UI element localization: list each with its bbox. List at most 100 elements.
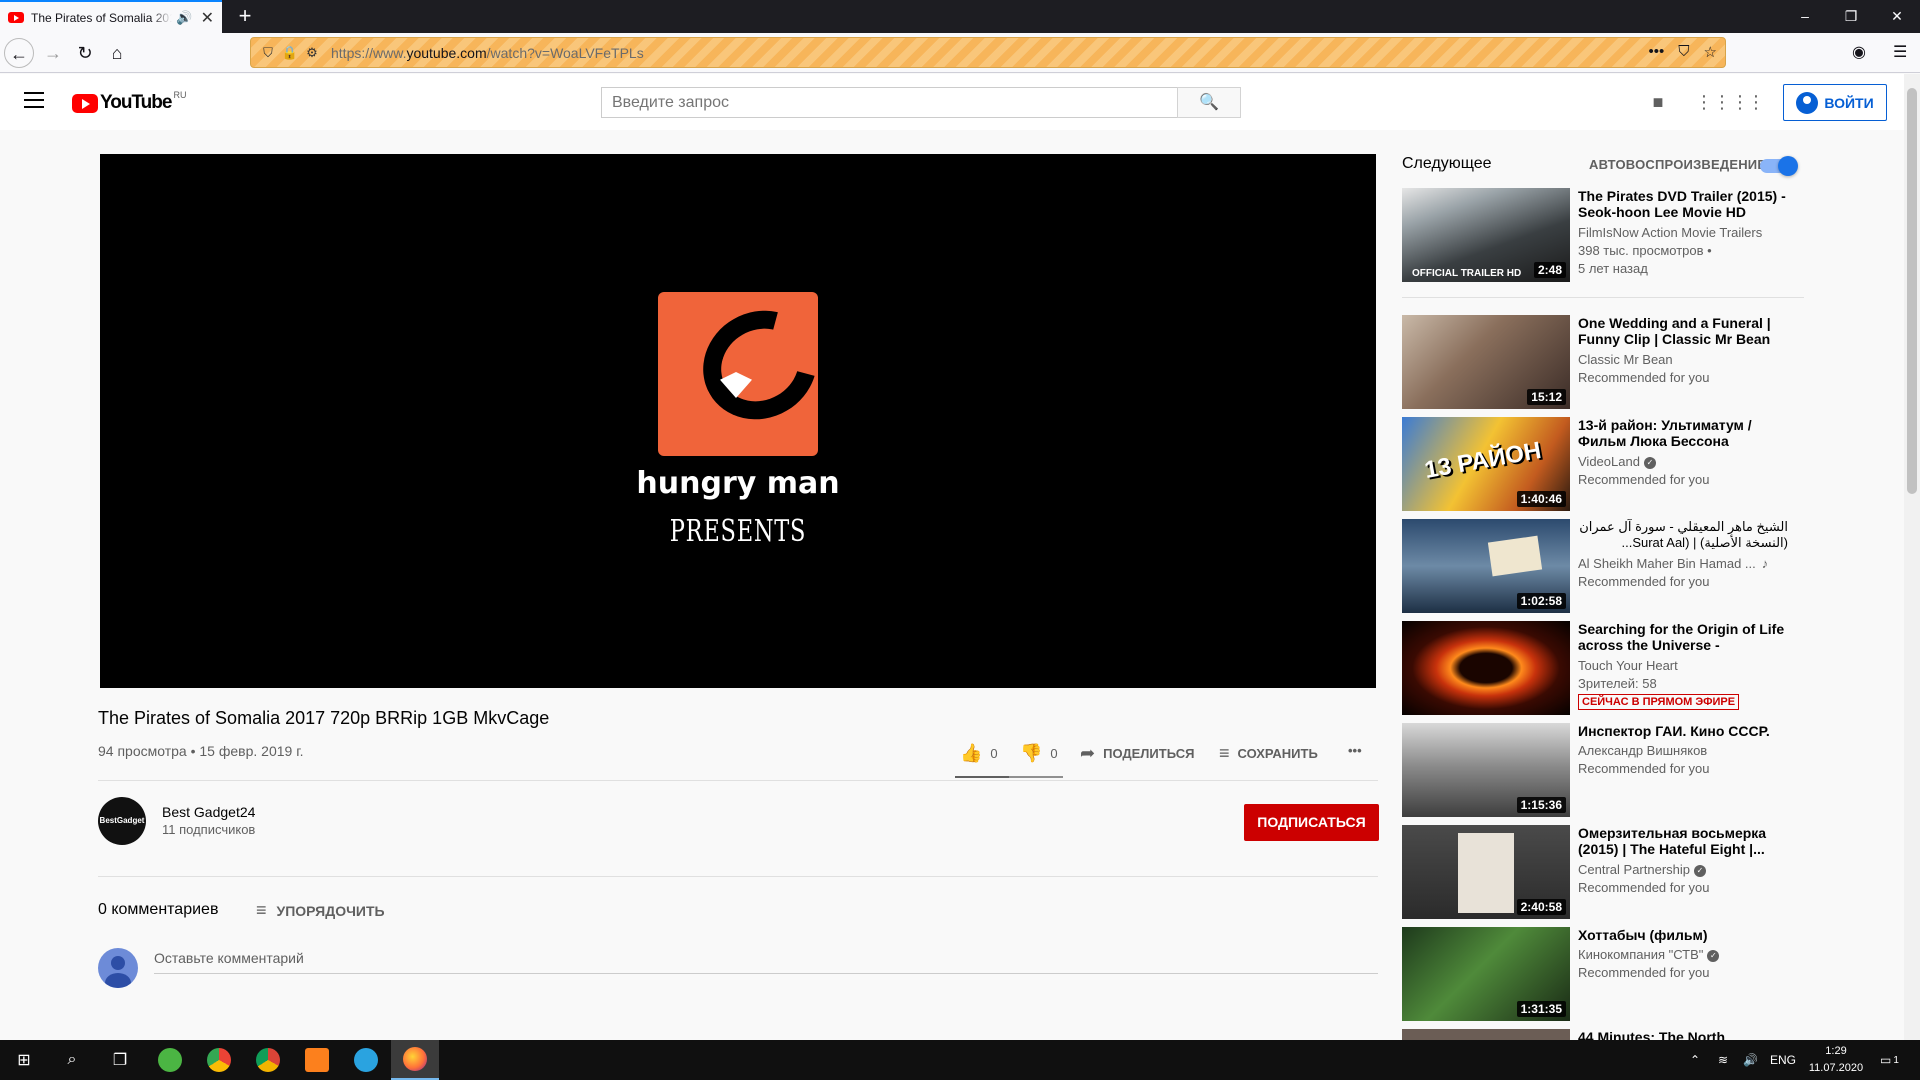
live-badge: СЕЙЧАС В ПРЯМОМ ЭФИРЕ <box>1578 694 1740 710</box>
chrome-icon[interactable] <box>195 1040 243 1080</box>
subscribe-button[interactable]: ПОДПИСАТЬСЯ <box>1244 804 1379 841</box>
video-thumbnail[interactable]: OFFICIAL TRAILER HD 2:48 <box>1402 188 1570 282</box>
share-label: ПОДЕЛИТЬСЯ <box>1103 746 1195 761</box>
search-button[interactable]: 🔍 <box>1177 87 1241 118</box>
channel-name[interactable]: Best Gadget24 <box>162 804 255 820</box>
video-thumbnail[interactable]: 1:15:36 <box>1402 723 1570 817</box>
guide-menu-icon[interactable] <box>24 92 44 108</box>
firefox-icon[interactable] <box>391 1040 439 1080</box>
rec-title[interactable]: Searching for the Origin of Life across … <box>1578 621 1788 653</box>
thumbnail-label: 13 РАЙОН <box>1422 436 1544 485</box>
pocket-icon[interactable]: ⛉ <box>1678 43 1689 61</box>
sign-in-button[interactable]: ВОЙТИ <box>1783 84 1887 121</box>
notification-center-icon[interactable]: ▭ 1 <box>1880 1040 1899 1080</box>
list-item[interactable]: 44 Minutes: The North <box>1402 1029 1802 1040</box>
tab-close-icon[interactable]: ✕ <box>201 8 214 28</box>
rec-channel: Classic Mr Bean <box>1578 352 1673 367</box>
dislike-button[interactable]: 👎 0 <box>1020 743 1058 764</box>
list-item[interactable]: 15:12 One Wedding and a Funeral | Funny … <box>1402 315 1802 409</box>
browser-tab[interactable]: The Pirates of Somalia 2017 🔊 ✕ <box>0 0 222 33</box>
rec-title[interactable]: One Wedding and a Funeral | Funny Clip |… <box>1578 315 1788 347</box>
video-player[interactable]: hungry man PRESENTS <box>100 154 1376 688</box>
volume-icon[interactable]: 🔊 <box>1743 1040 1758 1080</box>
video-thumbnail[interactable] <box>1402 621 1570 715</box>
thumbnail-label: OFFICIAL TRAILER HD <box>1412 268 1522 279</box>
close-window-button[interactable]: ✕ <box>1874 0 1920 33</box>
list-item[interactable]: 1:31:35 Хоттабыч (фильм) Кинокомпания "С… <box>1402 927 1802 1021</box>
video-thumbnail[interactable]: 1:31:35 <box>1402 927 1570 1021</box>
rec-channel: Александр Вишняков <box>1578 743 1708 758</box>
search-input[interactable] <box>601 87 1177 118</box>
save-button[interactable]: ≡ СОХРАНИТЬ <box>1219 743 1318 764</box>
list-item[interactable]: Searching for the Origin of Life across … <box>1402 621 1802 715</box>
more-actions-button[interactable]: ••• <box>1348 743 1362 758</box>
youtube-logo[interactable]: YouTube RU <box>72 90 186 114</box>
home-icon[interactable]: ⌂ <box>102 38 132 68</box>
more-actions-icon: ••• <box>1348 743 1362 758</box>
rec-title[interactable]: Омерзительная восьмерка (2015) | The Hat… <box>1578 825 1788 857</box>
bookmark-star-icon[interactable]: ☆ <box>1704 43 1717 61</box>
create-video-icon[interactable]: ■ <box>1646 90 1670 114</box>
task-view-icon[interactable]: ❐ <box>96 1040 144 1080</box>
list-item[interactable]: 1:15:36 Инспектор ГАИ. Кино СССР. Алекса… <box>1402 723 1802 817</box>
account-icon[interactable]: ◉ <box>1852 42 1866 62</box>
video-duration: 1:31:35 <box>1516 1001 1566 1017</box>
speaker-icon[interactable]: 🔊 <box>176 10 192 26</box>
menu-icon[interactable]: ☰ <box>1893 42 1907 62</box>
share-button[interactable]: ➦ ПОДЕЛИТЬСЯ <box>1080 743 1194 764</box>
rec-title[interactable]: 44 Minutes: The North <box>1578 1029 1788 1040</box>
rec-title[interactable]: Инспектор ГАИ. Кино СССР. <box>1578 723 1788 739</box>
channel-avatar[interactable]: BestGadget <box>98 797 146 845</box>
video-title: The Pirates of Somalia 2017 720p BRRip 1… <box>98 708 550 728</box>
windows-start-icon[interactable]: ⊞ <box>0 1040 48 1080</box>
logo-text: YouTube <box>100 92 172 113</box>
list-item[interactable]: 1:02:58 الشيخ ماهر المعيقلي - سورة آل عم… <box>1402 519 1802 613</box>
sort-comments-button[interactable]: ≡ УПОРЯДОЧИТЬ <box>256 900 385 921</box>
lock-icon[interactable]: 🔒 <box>279 45 301 61</box>
page-scrollbar[interactable] <box>1904 74 1920 1040</box>
url-text: https://www.youtube.com/watch?v=WoaLVFeT… <box>331 44 644 61</box>
video-thumbnail[interactable]: 2:40:58 <box>1402 825 1570 919</box>
new-tab-button[interactable]: + <box>232 3 258 29</box>
tray-up-arrow-icon[interactable]: ⌃ <box>1690 1040 1700 1080</box>
list-item[interactable]: 2:40:58 Омерзительная восьмерка (2015) |… <box>1402 825 1802 919</box>
language-indicator[interactable]: ENG <box>1770 1040 1796 1080</box>
shield-icon[interactable]: ⛉ <box>257 45 279 61</box>
list-item[interactable]: 13 РАЙОН 1:40:46 13-й район: Ультиматум … <box>1402 417 1802 511</box>
search-icon[interactable]: ⌕ <box>48 1040 96 1080</box>
address-bar[interactable]: ⛉ 🔒 ⚙ https://www.youtube.com/watch?v=Wo… <box>250 37 1726 68</box>
restore-button[interactable]: ❐ <box>1828 0 1874 33</box>
browser-toolbar: ← → ↻ ⌂ ⛉ 🔒 ⚙ https://www.youtube.com/wa… <box>0 33 1920 73</box>
video-thumbnail[interactable]: 13 РАЙОН 1:40:46 <box>1402 417 1570 511</box>
url-actions: ••• ⛉ ☆ <box>1649 43 1717 61</box>
thumbs-up-icon: 👍 <box>960 743 983 763</box>
autoplay-toggle[interactable] <box>1760 156 1798 176</box>
video-thumbnail[interactable] <box>1402 1029 1570 1040</box>
like-button[interactable]: 👍 0 <box>960 743 998 764</box>
video-thumbnail[interactable]: 15:12 <box>1402 315 1570 409</box>
utorrent-icon[interactable] <box>146 1040 194 1080</box>
reload-icon[interactable]: ↻ <box>70 38 100 68</box>
system-clock[interactable]: 1:29 11.07.2020 <box>1806 1043 1866 1077</box>
rec-title[interactable]: الشيخ ماهر المعيقلي - سورة آل عمران (الن… <box>1578 519 1788 551</box>
video-duration: 15:12 <box>1527 389 1566 405</box>
apps-grid-icon[interactable]: ⋮⋮⋮ <box>1695 90 1749 114</box>
permissions-icon[interactable]: ⚙ <box>301 45 323 61</box>
minimize-button[interactable]: – <box>1782 0 1828 33</box>
chrome-alt-icon[interactable] <box>244 1040 292 1080</box>
rec-title[interactable]: Хоттабыч (фильм) <box>1578 927 1788 943</box>
back-arrow-icon[interactable]: ← <box>4 38 34 68</box>
jetbrains-icon[interactable] <box>293 1040 341 1080</box>
rec-channel: VideoLand ✓ <box>1578 454 1656 469</box>
telegram-icon[interactable] <box>342 1040 390 1080</box>
comment-input[interactable]: Оставьте комментарий <box>154 950 1378 974</box>
rec-title[interactable]: 13-й район: Ультиматум / Фильм Люка Бесс… <box>1578 417 1788 449</box>
verified-check-icon: ✓ <box>1707 950 1720 962</box>
list-item[interactable]: OFFICIAL TRAILER HD 2:48 The Pirates DVD… <box>1402 188 1802 282</box>
page-actions-icon[interactable]: ••• <box>1649 43 1665 61</box>
rec-title[interactable]: The Pirates DVD Trailer (2015) - Seok-ho… <box>1578 188 1788 220</box>
wifi-icon[interactable]: ≋ <box>1718 1040 1728 1080</box>
forward-arrow-icon[interactable]: → <box>38 38 68 68</box>
settings-dots-icon[interactable]: ⋮ <box>1744 90 1768 114</box>
video-thumbnail[interactable]: 1:02:58 <box>1402 519 1570 613</box>
